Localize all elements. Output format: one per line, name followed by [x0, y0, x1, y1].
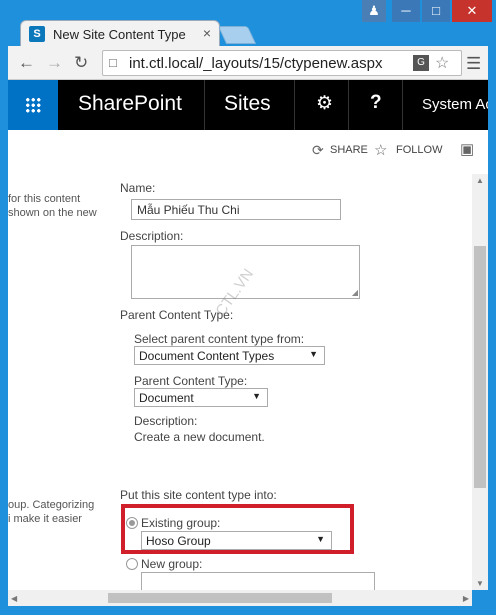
group-section-label: Put this site content type into: — [120, 488, 277, 502]
scroll-up-icon[interactable]: ▲ — [476, 176, 484, 185]
sharepoint-favicon-icon: S — [29, 26, 45, 42]
group-section-description: oup. Categorizing i make it easier — [8, 498, 94, 526]
scroll-left-icon[interactable]: ◀ — [11, 594, 17, 603]
horizontal-scroll-thumb[interactable] — [108, 593, 332, 603]
new-group-radio[interactable] — [126, 558, 138, 570]
divider — [402, 80, 403, 130]
address-bar[interactable]: □ int.ctl.local/_layouts/15/ctypenew.asp… — [102, 50, 462, 76]
divider — [348, 80, 349, 130]
scroll-right-icon[interactable]: ▶ — [463, 594, 469, 603]
horizontal-scrollbar[interactable]: ◀ ▶ — [8, 590, 472, 606]
description-line: for this content — [8, 193, 81, 205]
name-label: Name: — [120, 181, 156, 195]
page-icon: □ — [109, 55, 117, 70]
tab-close-icon[interactable]: × — [203, 25, 211, 41]
page-action-bar: ⟳ SHARE ☆ FOLLOW ▣ — [8, 130, 488, 174]
vertical-scrollbar[interactable]: ▲ ▼ — [472, 174, 488, 590]
resize-grip-icon[interactable]: ◢ — [352, 288, 358, 297]
parent-description-value: Create a new document. — [134, 430, 265, 444]
name-section-description: for this content shown on the new — [8, 192, 97, 220]
back-arrow-icon[interactable]: ← — [18, 53, 35, 73]
sites-link[interactable]: Sites — [224, 92, 271, 116]
description-label: Description: — [120, 229, 184, 243]
user-icon[interactable]: ♟ — [362, 0, 386, 22]
star-icon[interactable]: ☆ — [435, 53, 449, 73]
browser-toolbar: ← → ↻ □ int.ctl.local/_layouts/15/ctypen… — [8, 46, 488, 80]
content-type-form: for this content shown on the new Name: … — [8, 174, 472, 590]
description-line: shown on the new — [8, 207, 97, 219]
select-parent-from-label: Select parent content type from: — [134, 332, 305, 346]
new-tab-button[interactable] — [217, 26, 257, 44]
new-group-input[interactable] — [141, 572, 375, 590]
app-launcher-button[interactable] — [8, 80, 58, 130]
forward-arrow-icon[interactable]: → — [46, 53, 63, 73]
description-line: oup. Categorizing — [8, 499, 95, 511]
tab-title: New Site Content Type — [53, 27, 186, 42]
highlight-box — [121, 504, 354, 554]
browser-window: S New Site Content Type × ♟ ─ □ ✕ ← → ↻ … — [0, 0, 496, 615]
name-input[interactable]: Mẫu Phiếu Thu Chi — [131, 199, 341, 220]
parent-description-label: Description: — [134, 414, 198, 428]
user-menu[interactable]: System Ac — [422, 96, 488, 113]
follow-button[interactable]: FOLLOW — [396, 144, 442, 156]
sharepoint-suite-bar: SharePoint Sites ⚙ ? System Ac — [8, 80, 488, 130]
parent-group-select[interactable]: Document Content Types ▼ — [134, 346, 325, 365]
parent-type-select[interactable]: Document ▼ — [134, 388, 268, 407]
follow-star-icon[interactable]: ☆ — [374, 141, 387, 159]
translate-icon[interactable]: G — [413, 55, 429, 71]
menu-icon[interactable]: ☰ — [466, 54, 481, 74]
vertical-scroll-thumb[interactable] — [474, 246, 486, 488]
tab-new-site-content-type[interactable]: S New Site Content Type × — [20, 20, 220, 47]
parent-group-value: Document Content Types — [139, 349, 275, 363]
chevron-down-icon: ▼ — [309, 349, 318, 359]
divider — [294, 80, 295, 130]
maximize-icon[interactable]: □ — [422, 0, 450, 22]
minimize-icon[interactable]: ─ — [392, 0, 420, 22]
divider — [204, 80, 205, 130]
focus-mode-icon[interactable]: ▣ — [460, 140, 474, 158]
share-button[interactable]: SHARE — [330, 144, 368, 156]
gear-icon[interactable]: ⚙ — [316, 92, 333, 115]
parent-type-label: Parent Content Type: — [134, 374, 248, 388]
close-icon[interactable]: ✕ — [452, 0, 492, 22]
sharepoint-brand[interactable]: SharePoint — [78, 92, 182, 116]
url-text[interactable]: int.ctl.local/_layouts/15/ctypenew.aspx — [129, 55, 382, 72]
app-launcher-icon — [25, 97, 41, 113]
parent-type-value: Document — [139, 391, 194, 405]
scroll-down-icon[interactable]: ▼ — [476, 579, 484, 588]
help-icon[interactable]: ? — [370, 92, 382, 114]
chevron-down-icon: ▼ — [252, 391, 261, 401]
share-icon[interactable]: ⟳ — [312, 142, 324, 159]
new-group-label: New group: — [141, 557, 203, 571]
description-line: i make it easier — [8, 513, 82, 525]
reload-icon[interactable]: ↻ — [74, 53, 88, 73]
